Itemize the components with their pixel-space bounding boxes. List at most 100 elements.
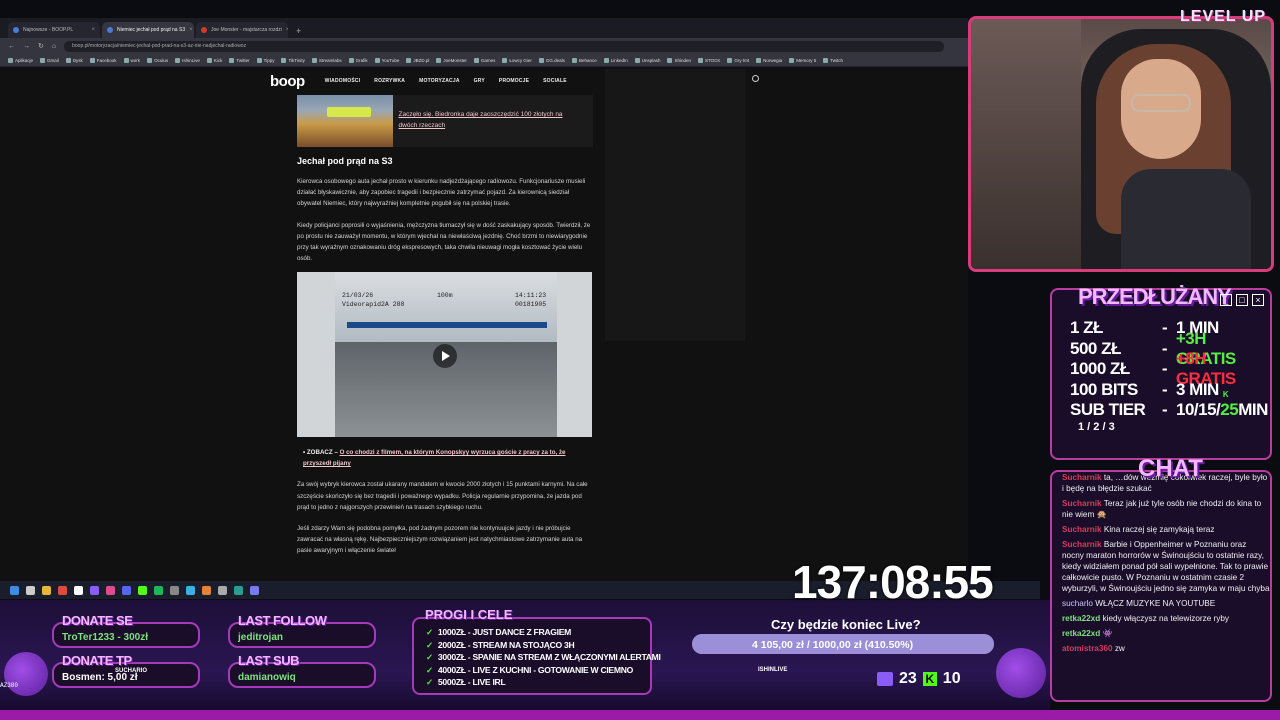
see-also-link[interactable]: O co chodzi z filmem, na którym Konopsky… xyxy=(303,449,565,467)
tab-article[interactable]: Niemiec jechał pod prąd na S3 × xyxy=(102,22,194,38)
bookmark-item[interactable]: Norwegia xyxy=(756,57,782,63)
bookmark-label: Twitch xyxy=(830,57,843,63)
goal-text: 5000ZŁ - LIVE IRL xyxy=(437,677,506,688)
bookmark-item[interactable]: JoeMonster xyxy=(436,57,467,63)
site-logo[interactable]: boop xyxy=(270,73,305,90)
bookmark-item[interactable]: Games xyxy=(473,57,495,63)
browser-window: Najnowsze - BOOP.PL × Niemiec jechał pod … xyxy=(0,18,968,598)
bookmark-label: Oculus xyxy=(154,57,169,63)
forward-arrow-icon[interactable]: → xyxy=(23,43,30,50)
search-icon[interactable] xyxy=(26,585,35,595)
chat-username[interactable]: retka22xd xyxy=(1062,629,1100,638)
bookmark-item[interactable]: work xyxy=(123,57,140,63)
bookmark-item[interactable]: TikTinity xyxy=(281,57,305,63)
bookmark-item[interactable]: Shinden xyxy=(667,57,691,63)
bookmark-item[interactable]: Grafik xyxy=(348,57,368,63)
bookmark-item[interactable]: Unsplash xyxy=(634,57,660,63)
app-icon[interactable] xyxy=(74,585,83,595)
boop-favicon-icon xyxy=(13,27,19,33)
app-icon[interactable] xyxy=(138,585,147,595)
bookmark-item[interactable]: Kick xyxy=(206,57,222,63)
chat-username[interactable]: sucharlo xyxy=(1062,599,1093,608)
nav-gry[interactable]: GRY xyxy=(474,78,485,84)
app-icon[interactable] xyxy=(218,585,227,595)
bookmark-item[interactable]: Behance xyxy=(571,57,597,63)
streamer-tag: ISHINLIVE xyxy=(758,667,788,673)
nav-promocje[interactable]: PROMOCJE xyxy=(499,78,529,84)
home-icon[interactable]: ⌂ xyxy=(52,43,56,50)
search-icon[interactable] xyxy=(752,75,759,82)
nav-wiadomosci[interactable]: WIADOMOŚCI xyxy=(325,78,361,84)
bookmark-item[interactable]: STOCK xyxy=(698,57,720,63)
related-article-link[interactable]: Zaczęło się. Biedronka daje zaoszczędzić… xyxy=(399,95,593,147)
nav-sociale[interactable]: SOCIALE xyxy=(543,78,567,84)
app-icon[interactable] xyxy=(186,585,195,595)
bookmark-item[interactable]: Streamlabs xyxy=(311,57,342,63)
app-icon[interactable] xyxy=(154,585,163,595)
extension-title: PRZEDŁUŻANY xyxy=(1078,284,1232,309)
bookmark-item[interactable]: Gmail xyxy=(40,57,59,63)
streamer-body xyxy=(1121,169,1251,269)
bookmark-icon xyxy=(175,57,181,63)
chat-username[interactable]: Sucharnik xyxy=(1062,540,1102,549)
tab-joemonster[interactable]: Joe Monster - majstarcza rozdzi × xyxy=(196,22,288,38)
bookmark-item[interactable]: LinkedIn xyxy=(603,57,628,63)
chrome-icon[interactable] xyxy=(58,585,67,595)
reload-icon[interactable]: ↻ xyxy=(38,42,44,50)
tab-najnowsze[interactable]: Najnowsze - BOOP.PL × xyxy=(8,22,100,38)
nav-rozrywka[interactable]: ROZRYWKA xyxy=(374,78,405,84)
nav-motoryzacja[interactable]: MOTORYZACJA xyxy=(419,78,460,84)
check-icon: ✓ xyxy=(426,677,433,688)
goal-text: 3000ZŁ - SPANIE NA STREAM Z WŁĄCZONYMI A… xyxy=(437,652,661,663)
bookmark-item[interactable]: YouTube xyxy=(374,57,399,63)
bookmark-item[interactable]: Aplikacje xyxy=(8,57,33,63)
chat-username[interactable]: Sucharnik xyxy=(1062,525,1102,534)
app-icon[interactable] xyxy=(106,585,115,595)
app-icon[interactable] xyxy=(250,585,259,595)
app-icon[interactable] xyxy=(234,585,243,595)
url-input[interactable]: boop.pl/motoryzacja/niemiec-jechal-pod-p… xyxy=(64,40,945,52)
bookmark-icon xyxy=(667,57,673,63)
chat-username[interactable]: atomistra360 xyxy=(1062,644,1113,653)
bookmark-label: LinkedIn xyxy=(610,57,628,63)
bookmark-item[interactable]: Twitch xyxy=(823,57,843,63)
maximize-icon[interactable]: □ xyxy=(1236,294,1248,306)
close-icon[interactable]: × xyxy=(286,27,288,33)
tab-bar: Najnowsze - BOOP.PL × Niemiec jechał pod … xyxy=(0,18,968,38)
bookmark-label: Memory 5 xyxy=(796,57,817,63)
windows-start-icon[interactable] xyxy=(10,585,19,595)
bookmark-item[interactable]: IshinLive xyxy=(175,57,200,63)
bookmark-item[interactable]: JBZD.pl xyxy=(406,57,429,63)
close-icon[interactable]: × xyxy=(91,27,95,33)
bookmarks-bar: Aplikacje Gmail Dysk Facebook work Oculus Ishi… xyxy=(0,54,968,67)
file-explorer-icon[interactable] xyxy=(42,585,51,595)
app-icon[interactable] xyxy=(90,585,99,595)
bookmark-icon xyxy=(473,57,479,63)
bookmark-item[interactable]: Tippy xyxy=(256,57,274,63)
bookmark-label: TikTinity xyxy=(288,57,305,63)
minimize-icon[interactable]: _ xyxy=(1220,294,1232,306)
bookmark-item[interactable]: Gry tmt xyxy=(727,57,749,63)
chat-username[interactable]: Sucharnik xyxy=(1062,473,1102,482)
bookmark-item[interactable]: Dysk xyxy=(65,57,83,63)
bookmark-item[interactable]: Łowcy Gier xyxy=(502,57,532,63)
app-icon[interactable] xyxy=(170,585,179,595)
back-arrow-icon[interactable]: ← xyxy=(8,43,15,50)
related-article-card[interactable]: Zaczęło się. Biedronka daje zaoszczędzić… xyxy=(297,95,593,147)
bookmark-item[interactable]: GG.deals xyxy=(538,57,565,63)
app-icon[interactable] xyxy=(122,585,131,595)
bookmark-item[interactable]: Facebook xyxy=(89,57,117,63)
new-tab-button[interactable]: + xyxy=(290,26,307,38)
chat-username[interactable]: Sucharnik xyxy=(1062,499,1102,508)
video-player[interactable]: 21/03/26 Videorapid2A 288 100m 14:11:23 … xyxy=(297,272,592,438)
chat-username[interactable]: retka22xd xyxy=(1062,614,1100,623)
donate-se-label: DONATE SE xyxy=(62,613,133,628)
bookmark-item[interactable]: Twitter xyxy=(229,57,250,63)
bookmark-item[interactable]: Memory 5 xyxy=(789,57,817,63)
bookmark-item[interactable]: Oculus xyxy=(147,57,169,63)
bookmark-label: Łowcy Gier xyxy=(509,57,532,63)
close-icon[interactable]: × xyxy=(1252,294,1264,306)
close-icon[interactable]: × xyxy=(189,27,193,33)
app-icon[interactable] xyxy=(202,585,211,595)
bookmark-icon xyxy=(206,57,212,63)
